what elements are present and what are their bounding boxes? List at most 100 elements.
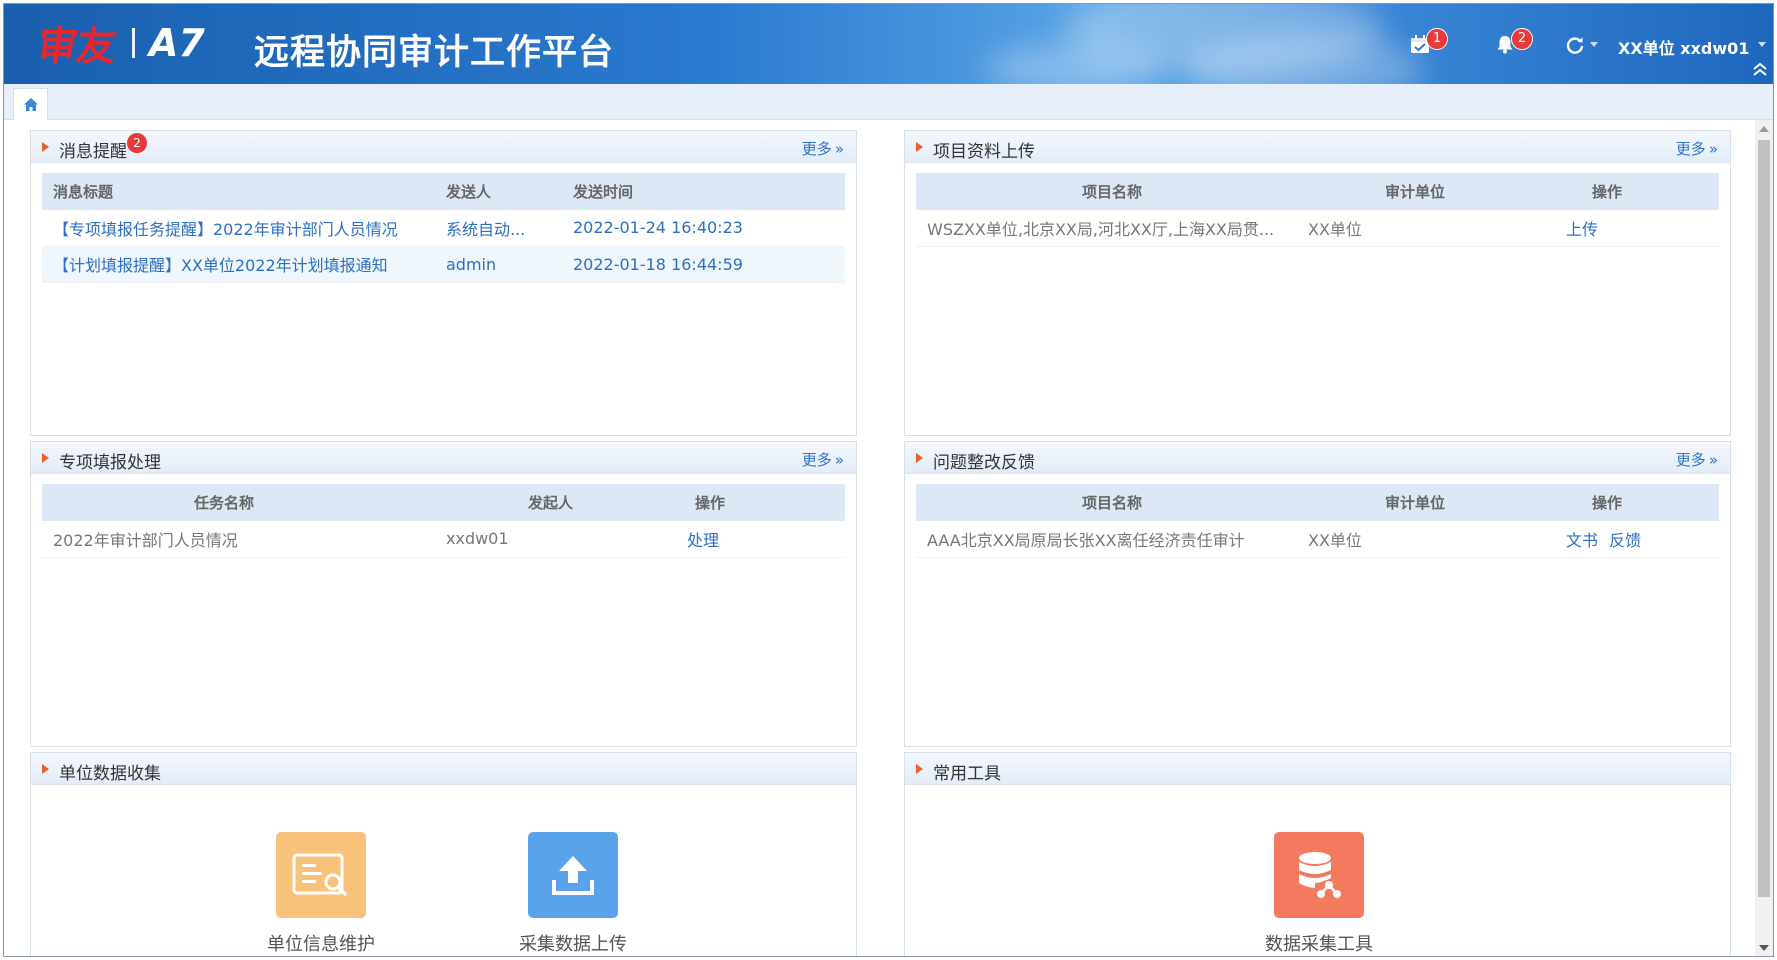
- home-tab[interactable]: [13, 88, 48, 120]
- messages-table: 消息标题 发送人 发送时间 【专项填报任务提醒】2022年审计部门人员情况 系统…: [42, 173, 845, 283]
- issue-feedback-panel: 问题整改反馈 更多» 项目名称 审计单位 操作 AAA北京XX局原局长张XX离任…: [904, 441, 1731, 747]
- feedback-action-link[interactable]: 反馈: [1609, 531, 1641, 550]
- tool-label: 单位信息维护: [267, 934, 375, 955]
- product-name: A7: [149, 21, 205, 65]
- table-header-row: 任务名称 发起人 操作: [42, 484, 845, 521]
- project-upload-panel-header: 项目资料上传 更多»: [905, 131, 1730, 163]
- column-header: 消息标题: [42, 173, 442, 210]
- message-title-link[interactable]: 【计划填报提醒】XX单位2022年计划填报通知: [42, 246, 442, 283]
- double-chevron-right-icon: »: [834, 140, 844, 158]
- chevron-down-icon: [1590, 42, 1598, 47]
- user-dropdown-chevron-icon[interactable]: [1758, 42, 1766, 48]
- special-report-panel-title: 专项填报处理: [59, 453, 161, 473]
- issue-feedback-panel-title: 问题整改反馈: [933, 453, 1035, 473]
- panel-arrow-icon: [916, 764, 923, 774]
- column-header: 操作: [1508, 173, 1719, 210]
- app-window: 审友 A7 远程协同审计工作平台 1 2 XX单位 xxdw01 消息提醒 2 …: [3, 3, 1774, 957]
- platform-title: 远程协同审计工作平台: [254, 33, 615, 73]
- double-chevron-right-icon: »: [1708, 451, 1718, 469]
- messages-panel-title: 消息提醒 2: [59, 133, 147, 162]
- table-header-row: 项目名称 审计单位 操作: [916, 173, 1719, 210]
- panel-arrow-icon: [916, 453, 923, 463]
- common-tools-panel-title: 常用工具: [933, 764, 1001, 784]
- unit-data-collection-panel-title: 单位数据收集: [59, 764, 161, 784]
- collapse-header-icon[interactable]: [1752, 61, 1768, 77]
- messages-panel: 消息提醒 2 更多» 消息标题 发送人 发送时间 【专项填报任务提醒】2022年审…: [30, 130, 857, 436]
- task-name: 2022年审计部门人员情况: [42, 521, 442, 558]
- notification-button[interactable]: 2: [1495, 28, 1533, 56]
- scroll-up-arrow-icon[interactable]: [1759, 126, 1769, 132]
- special-report-panel-header: 专项填报处理 更多»: [31, 442, 856, 474]
- double-chevron-right-icon: »: [834, 451, 844, 469]
- table-row: WSZXX单位,北京XX局,河北XX厅,上海XX局贯... XX单位 上传: [916, 210, 1719, 247]
- panel-arrow-icon: [916, 142, 923, 152]
- message-sender: 系统自动...: [442, 210, 573, 247]
- user-menu[interactable]: XX单位 xxdw01: [1618, 35, 1749, 59]
- unit-data-collection-panel: 单位数据收集 单位信息维护 采集数据上传: [30, 752, 857, 956]
- panel-arrow-icon: [42, 142, 49, 152]
- brand-logo-text: 审友: [34, 24, 119, 70]
- table-row[interactable]: 【专项填报任务提醒】2022年审计部门人员情况 系统自动... 2022-01-…: [42, 210, 845, 247]
- scroll-down-arrow-icon[interactable]: [1759, 945, 1769, 951]
- special-report-panel: 专项填报处理 更多» 任务名称 发起人 操作 2022年审计部门人员情况 xxd…: [30, 441, 857, 747]
- issue-feedback-panel-header: 问题整改反馈 更多»: [905, 442, 1730, 474]
- process-action-link[interactable]: 处理: [687, 521, 845, 558]
- info-card-icon: [276, 832, 366, 918]
- panel-arrow-icon: [42, 453, 49, 463]
- table-header-row: 消息标题 发送人 发送时间: [42, 173, 845, 210]
- tool-label: 采集数据上传: [519, 934, 627, 955]
- messages-panel-header: 消息提醒 2 更多»: [31, 131, 856, 163]
- tool-label: 数据采集工具: [1265, 934, 1373, 955]
- project-upload-panel: 项目资料上传 更多» 项目名称 审计单位 操作 WSZXX单位,北京XX局,河北…: [904, 130, 1731, 436]
- tab-strip: [4, 84, 1773, 120]
- scrollbar-thumb[interactable]: [1758, 140, 1770, 897]
- refresh-icon: [1566, 37, 1584, 54]
- unit-info-maintenance-tool[interactable]: 单位信息维护: [251, 832, 391, 956]
- column-header: 审计单位: [1308, 484, 1508, 521]
- issue-actions: 文书 反馈: [1508, 521, 1719, 558]
- issue-feedback-more-link[interactable]: 更多»: [1676, 449, 1718, 470]
- database-share-icon: [1274, 832, 1364, 918]
- upload-icon: [528, 832, 618, 918]
- logo: 审友 A7: [34, 20, 205, 70]
- table-row[interactable]: 【计划填报提醒】XX单位2022年计划填报通知 admin 2022-01-18…: [42, 246, 845, 283]
- project-upload-more-link[interactable]: 更多»: [1676, 138, 1718, 159]
- column-header: 审计单位: [1308, 173, 1508, 210]
- task-initiator: xxdw01: [442, 521, 687, 558]
- common-tools-panel-header: 常用工具: [905, 753, 1730, 785]
- refresh-button[interactable]: [1564, 34, 1604, 56]
- project-upload-table: 项目名称 审计单位 操作 WSZXX单位,北京XX局,河北XX厅,上海XX局贯.…: [916, 173, 1719, 247]
- audit-unit: XX单位: [1308, 210, 1508, 247]
- column-header: 发送时间: [573, 173, 845, 210]
- calendar-button[interactable]: 1: [1410, 28, 1448, 56]
- logo-divider: [132, 28, 135, 58]
- messages-more-link[interactable]: 更多»: [802, 138, 844, 159]
- column-header: 发送人: [442, 173, 573, 210]
- message-sender: admin: [442, 246, 573, 283]
- column-header: 项目名称: [916, 484, 1308, 521]
- top-header: 审友 A7 远程协同审计工作平台 1 2 XX单位 xxdw01: [4, 4, 1773, 84]
- vertical-scrollbar[interactable]: [1755, 120, 1773, 956]
- table-header-row: 项目名称 审计单位 操作: [916, 484, 1719, 521]
- message-time: 2022-01-24 16:40:23: [573, 210, 845, 247]
- issue-feedback-table: 项目名称 审计单位 操作 AAA北京XX局原局长张XX离任经济责任审计 XX单位…: [916, 484, 1719, 558]
- message-title-link[interactable]: 【专项填报任务提醒】2022年审计部门人员情况: [42, 210, 442, 247]
- home-icon: [23, 97, 38, 111]
- panel-arrow-icon: [42, 764, 49, 774]
- messages-badge: 2: [127, 133, 147, 153]
- special-report-more-link[interactable]: 更多»: [802, 449, 844, 470]
- column-header: 操作: [687, 484, 845, 521]
- column-header: 项目名称: [916, 173, 1308, 210]
- column-header: 任务名称: [42, 484, 442, 521]
- collected-data-upload-tool[interactable]: 采集数据上传: [503, 832, 643, 956]
- table-row: 2022年审计部门人员情况 xxdw01 处理: [42, 521, 845, 558]
- project-name: AAA北京XX局原局长张XX离任经济责任审计: [916, 521, 1308, 558]
- document-action-link[interactable]: 文书: [1566, 531, 1598, 550]
- data-collection-tool[interactable]: 数据采集工具: [1249, 832, 1389, 956]
- double-chevron-right-icon: »: [1708, 140, 1718, 158]
- common-tools-panel: 常用工具 数据采集工具: [904, 752, 1731, 956]
- project-name: WSZXX单位,北京XX局,河北XX厅,上海XX局贯...: [916, 210, 1308, 247]
- upload-action-link[interactable]: 上传: [1508, 210, 1719, 247]
- message-time: 2022-01-18 16:44:59: [573, 246, 845, 283]
- audit-unit: XX单位: [1308, 521, 1508, 558]
